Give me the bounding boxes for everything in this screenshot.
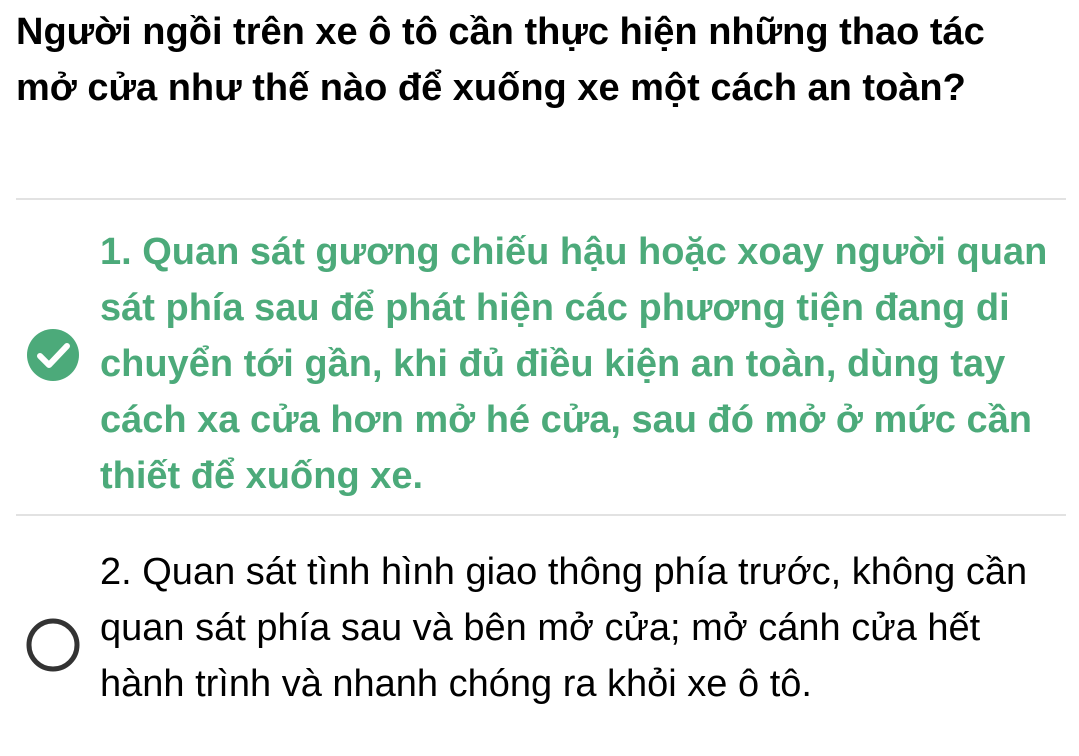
divider <box>16 198 1066 200</box>
divider <box>16 514 1066 516</box>
answer-option-2[interactable]: 2. Quan sát tình hình giao thông phía tr… <box>0 544 1079 756</box>
question-text: Người ngồi trên xe ô tô cần thực hiện nh… <box>16 11 985 109</box>
check-circle-icon <box>27 329 79 381</box>
empty-circle-icon <box>26 618 80 672</box>
answer-option-1-text: 1. Quan sát gương chiếu hậu hoặc xoay ng… <box>100 231 1048 497</box>
answer-option-2-text: 2. Quan sát tình hình giao thông phía tr… <box>100 551 1028 705</box>
answer-option-1[interactable]: 1. Quan sát gương chiếu hậu hoặc xoay ng… <box>0 224 1079 504</box>
